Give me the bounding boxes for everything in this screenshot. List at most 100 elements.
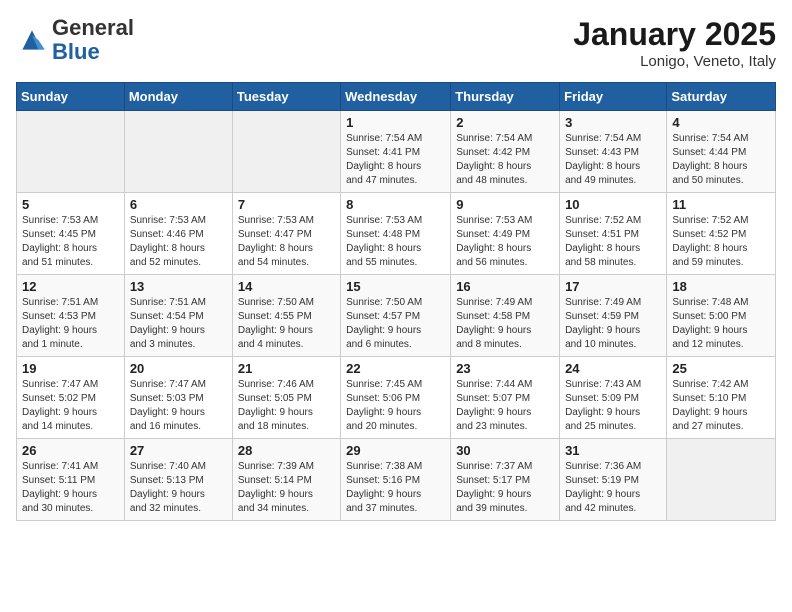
day-number: 2 <box>456 115 554 130</box>
day-info: Sunrise: 7:53 AM Sunset: 4:46 PM Dayligh… <box>130 214 227 270</box>
day-number: 10 <box>565 197 661 212</box>
calendar-day-cell: 7 Sunrise: 7:53 AM Sunset: 4:47 PM Daylig… <box>232 193 340 275</box>
weekday-header: Friday <box>560 83 667 111</box>
calendar-day-cell: 30 Sunrise: 7:37 AM Sunset: 5:17 PM Dayli… <box>451 439 560 521</box>
day-info: Sunrise: 7:47 AM Sunset: 5:02 PM Dayligh… <box>22 378 119 434</box>
weekday-header: Sunday <box>17 83 125 111</box>
calendar-day-cell: 26 Sunrise: 7:41 AM Sunset: 5:11 PM Dayli… <box>17 439 125 521</box>
calendar-day-cell: 21 Sunrise: 7:46 AM Sunset: 5:05 PM Dayli… <box>232 357 340 439</box>
calendar-day-cell: 3Sunrise: 7:54 AM Sunset: 4:43 PM Daylig… <box>560 111 667 193</box>
calendar-day-cell: 9 Sunrise: 7:53 AM Sunset: 4:49 PM Daylig… <box>451 193 560 275</box>
calendar-week-row: 5 Sunrise: 7:53 AM Sunset: 4:45 PM Daylig… <box>17 193 776 275</box>
day-number: 1 <box>346 115 445 130</box>
day-info: Sunrise: 7:44 AM Sunset: 5:07 PM Dayligh… <box>456 378 554 434</box>
day-number: 22 <box>346 361 445 376</box>
logo-blue-text: Blue <box>52 39 100 64</box>
weekday-header: Saturday <box>667 83 776 111</box>
calendar-day-cell: 24 Sunrise: 7:43 AM Sunset: 5:09 PM Dayli… <box>560 357 667 439</box>
calendar-day-cell <box>232 111 340 193</box>
calendar-day-cell <box>667 439 776 521</box>
calendar-day-cell: 5 Sunrise: 7:53 AM Sunset: 4:45 PM Daylig… <box>17 193 125 275</box>
day-info: Sunrise: 7:43 AM Sunset: 5:09 PM Dayligh… <box>565 378 661 434</box>
title-area: January 2025 Lonigo, Veneto, Italy <box>573 16 776 70</box>
day-number: 8 <box>346 197 445 212</box>
day-info: Sunrise: 7:53 AM Sunset: 4:47 PM Dayligh… <box>238 214 335 270</box>
day-number: 24 <box>565 361 661 376</box>
calendar-day-cell: 17 Sunrise: 7:49 AM Sunset: 4:59 PM Dayli… <box>560 275 667 357</box>
calendar-day-cell: 1Sunrise: 7:54 AM Sunset: 4:41 PM Daylig… <box>341 111 451 193</box>
calendar-day-cell: 13 Sunrise: 7:51 AM Sunset: 4:54 PM Dayli… <box>124 275 232 357</box>
day-number: 17 <box>565 279 661 294</box>
day-number: 15 <box>346 279 445 294</box>
calendar-day-cell <box>17 111 125 193</box>
day-number: 14 <box>238 279 335 294</box>
calendar-day-cell: 29Sunrise: 7:38 AM Sunset: 5:16 PM Dayli… <box>341 439 451 521</box>
day-number: 5 <box>22 197 119 212</box>
day-number: 26 <box>22 443 119 458</box>
calendar-day-cell: 14 Sunrise: 7:50 AM Sunset: 4:55 PM Dayli… <box>232 275 340 357</box>
calendar-day-cell: 6Sunrise: 7:53 AM Sunset: 4:46 PM Daylig… <box>124 193 232 275</box>
logo-icon <box>16 24 48 56</box>
day-number: 23 <box>456 361 554 376</box>
day-number: 25 <box>672 361 770 376</box>
calendar-day-cell: 10 Sunrise: 7:52 AM Sunset: 4:51 PM Dayli… <box>560 193 667 275</box>
weekday-header: Monday <box>124 83 232 111</box>
day-info: Sunrise: 7:50 AM Sunset: 4:55 PM Dayligh… <box>238 296 335 352</box>
day-info: Sunrise: 7:49 AM Sunset: 4:59 PM Dayligh… <box>565 296 661 352</box>
day-info: Sunrise: 7:42 AM Sunset: 5:10 PM Dayligh… <box>672 378 770 434</box>
calendar-week-row: 1Sunrise: 7:54 AM Sunset: 4:41 PM Daylig… <box>17 111 776 193</box>
day-number: 18 <box>672 279 770 294</box>
calendar-day-cell: 23 Sunrise: 7:44 AM Sunset: 5:07 PM Dayli… <box>451 357 560 439</box>
calendar-day-cell: 16 Sunrise: 7:49 AM Sunset: 4:58 PM Dayli… <box>451 275 560 357</box>
day-info: Sunrise: 7:51 AM Sunset: 4:54 PM Dayligh… <box>130 296 227 352</box>
calendar-day-cell: 19Sunrise: 7:47 AM Sunset: 5:02 PM Dayli… <box>17 357 125 439</box>
calendar-day-cell: 25 Sunrise: 7:42 AM Sunset: 5:10 PM Dayli… <box>667 357 776 439</box>
calendar-day-cell: 27 Sunrise: 7:40 AM Sunset: 5:13 PM Dayli… <box>124 439 232 521</box>
location-subtitle: Lonigo, Veneto, Italy <box>573 53 776 70</box>
day-number: 9 <box>456 197 554 212</box>
weekday-header: Wednesday <box>341 83 451 111</box>
calendar-day-cell: 20Sunrise: 7:47 AM Sunset: 5:03 PM Dayli… <box>124 357 232 439</box>
day-info: Sunrise: 7:38 AM Sunset: 5:16 PM Dayligh… <box>346 460 445 516</box>
day-info: Sunrise: 7:40 AM Sunset: 5:13 PM Dayligh… <box>130 460 227 516</box>
day-number: 21 <box>238 361 335 376</box>
calendar-day-cell <box>124 111 232 193</box>
day-number: 12 <box>22 279 119 294</box>
day-info: Sunrise: 7:46 AM Sunset: 5:05 PM Dayligh… <box>238 378 335 434</box>
day-info: Sunrise: 7:54 AM Sunset: 4:44 PM Dayligh… <box>672 132 770 188</box>
weekday-header-row: SundayMondayTuesdayWednesdayThursdayFrid… <box>17 83 776 111</box>
day-info: Sunrise: 7:48 AM Sunset: 5:00 PM Dayligh… <box>672 296 770 352</box>
logo: General Blue <box>16 16 134 64</box>
day-info: Sunrise: 7:39 AM Sunset: 5:14 PM Dayligh… <box>238 460 335 516</box>
calendar-day-cell: 15 Sunrise: 7:50 AM Sunset: 4:57 PM Dayli… <box>341 275 451 357</box>
day-info: Sunrise: 7:54 AM Sunset: 4:42 PM Dayligh… <box>456 132 554 188</box>
weekday-header: Thursday <box>451 83 560 111</box>
calendar-week-row: 26 Sunrise: 7:41 AM Sunset: 5:11 PM Dayli… <box>17 439 776 521</box>
day-info: Sunrise: 7:52 AM Sunset: 4:51 PM Dayligh… <box>565 214 661 270</box>
day-number: 7 <box>238 197 335 212</box>
day-info: Sunrise: 7:49 AM Sunset: 4:58 PM Dayligh… <box>456 296 554 352</box>
day-number: 16 <box>456 279 554 294</box>
day-info: Sunrise: 7:53 AM Sunset: 4:48 PM Dayligh… <box>346 214 445 270</box>
day-number: 13 <box>130 279 227 294</box>
day-number: 27 <box>130 443 227 458</box>
day-number: 28 <box>238 443 335 458</box>
day-number: 3 <box>565 115 661 130</box>
calendar-day-cell: 12 Sunrise: 7:51 AM Sunset: 4:53 PM Dayli… <box>17 275 125 357</box>
day-info: Sunrise: 7:53 AM Sunset: 4:49 PM Dayligh… <box>456 214 554 270</box>
day-info: Sunrise: 7:52 AM Sunset: 4:52 PM Dayligh… <box>672 214 770 270</box>
day-info: Sunrise: 7:41 AM Sunset: 5:11 PM Dayligh… <box>22 460 119 516</box>
calendar-day-cell: 28 Sunrise: 7:39 AM Sunset: 5:14 PM Dayli… <box>232 439 340 521</box>
calendar-day-cell: 18 Sunrise: 7:48 AM Sunset: 5:00 PM Dayli… <box>667 275 776 357</box>
day-number: 30 <box>456 443 554 458</box>
day-number: 11 <box>672 197 770 212</box>
page-header: General Blue January 2025 Lonigo, Veneto… <box>16 16 776 70</box>
weekday-header: Tuesday <box>232 83 340 111</box>
day-info: Sunrise: 7:37 AM Sunset: 5:17 PM Dayligh… <box>456 460 554 516</box>
day-info: Sunrise: 7:50 AM Sunset: 4:57 PM Dayligh… <box>346 296 445 352</box>
day-info: Sunrise: 7:36 AM Sunset: 5:19 PM Dayligh… <box>565 460 661 516</box>
day-info: Sunrise: 7:51 AM Sunset: 4:53 PM Dayligh… <box>22 296 119 352</box>
day-info: Sunrise: 7:53 AM Sunset: 4:45 PM Dayligh… <box>22 214 119 270</box>
calendar-day-cell: 31Sunrise: 7:36 AM Sunset: 5:19 PM Dayli… <box>560 439 667 521</box>
calendar-table: SundayMondayTuesdayWednesdayThursdayFrid… <box>16 82 776 521</box>
